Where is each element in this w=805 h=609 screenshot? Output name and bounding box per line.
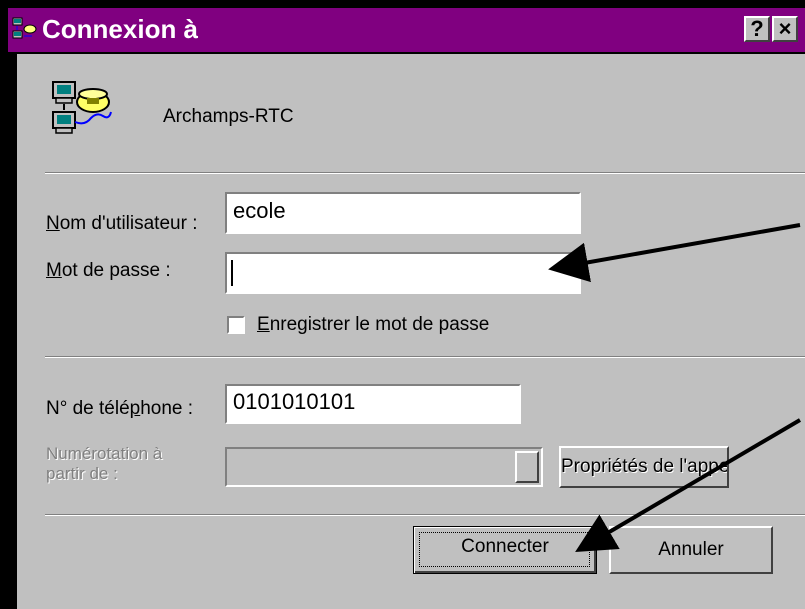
close-icon: × bbox=[778, 16, 792, 41]
connect-button[interactable]: Connecter bbox=[413, 526, 597, 574]
help-button[interactable]: ? bbox=[744, 16, 770, 42]
dial-from-label: Numérotation à partir de : bbox=[46, 444, 163, 483]
username-value: ecole bbox=[233, 198, 286, 223]
password-input[interactable] bbox=[225, 252, 581, 294]
dialog-body: Archamps-RTC Nom d'utilisateur : ecole M… bbox=[17, 54, 805, 609]
dialing-properties-button: Propriétés de l'appel... bbox=[559, 446, 729, 488]
phone-value: 0101010101 bbox=[233, 389, 356, 414]
window-title: Connexion à bbox=[42, 14, 199, 44]
phone-label: N° de téléphone : bbox=[46, 398, 194, 419]
phone-input[interactable]: 0101010101 bbox=[225, 384, 521, 424]
dial-from-select bbox=[225, 447, 543, 487]
cancel-button[interactable]: Annuler bbox=[609, 526, 773, 574]
password-label: Mot de passe : bbox=[46, 260, 171, 281]
title-bar[interactable]: Connexion à ? × bbox=[8, 8, 805, 52]
separator bbox=[45, 172, 805, 174]
save-password-checkbox[interactable] bbox=[227, 316, 245, 334]
text-caret bbox=[231, 260, 233, 286]
separator bbox=[45, 356, 805, 358]
separator bbox=[45, 514, 805, 516]
username-label: Nom d'utilisateur : bbox=[46, 213, 198, 234]
dial-up-icon bbox=[12, 17, 37, 39]
connection-name: Archamps-RTC bbox=[163, 106, 294, 127]
close-button[interactable]: × bbox=[772, 16, 798, 42]
connection-icon bbox=[52, 81, 112, 134]
chevron-down-icon bbox=[515, 451, 539, 483]
focus-rectangle bbox=[419, 532, 590, 567]
save-password-label[interactable]: Enregistrer le mot de passe bbox=[257, 314, 489, 336]
username-input[interactable]: ecole bbox=[225, 192, 581, 234]
connection-dialog: Connexion à ? × Archamps-RTC Nom d'utili… bbox=[0, 0, 805, 609]
